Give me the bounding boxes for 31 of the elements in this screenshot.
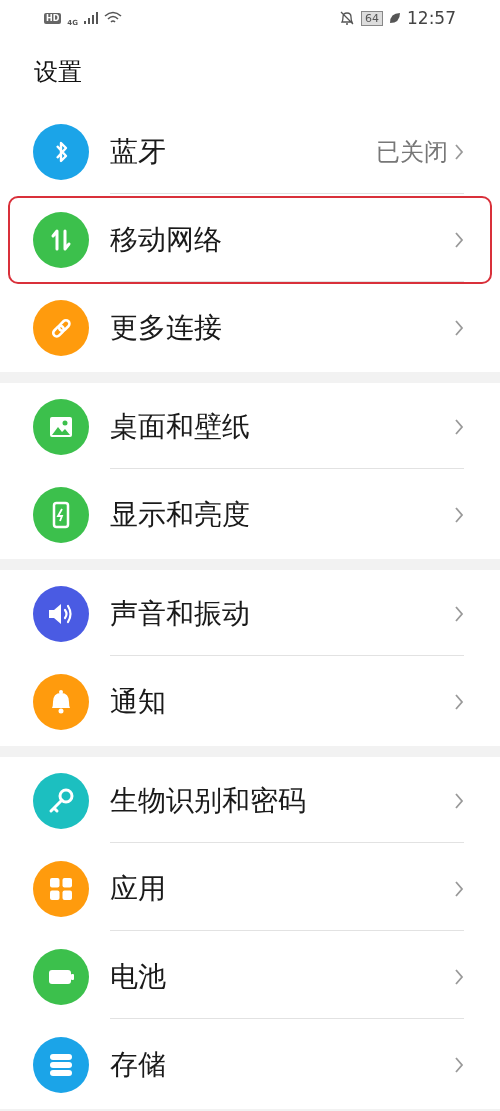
wifi-icon: [103, 11, 122, 25]
chevron-icon[interactable]: [454, 692, 464, 711]
chevron-icon[interactable]: [454, 791, 464, 810]
setting-label[interactable]: 桌面和壁纸: [110, 407, 454, 446]
chevron-icon[interactable]: [454, 318, 464, 337]
setting-label[interactable]: 更多连接: [110, 308, 454, 347]
chevron-icon[interactable]: [454, 505, 464, 524]
muted-bell-icon: [339, 10, 355, 26]
chevron-icon[interactable]: [454, 230, 464, 249]
setting-label[interactable]: 生物识别和密码: [110, 781, 454, 820]
chevron-icon[interactable]: [454, 417, 464, 436]
setting-label[interactable]: 蓝牙: [110, 132, 376, 171]
setting-label[interactable]: 电池: [110, 957, 454, 996]
chevron-icon[interactable]: [454, 142, 464, 161]
chevron-icon[interactable]: [454, 967, 464, 986]
setting-label[interactable]: 显示和亮度: [110, 495, 454, 534]
setting-label[interactable]: 声音和振动: [110, 594, 454, 633]
setting-label[interactable]: 存储: [110, 1045, 454, 1084]
clock: 12:57: [407, 8, 456, 28]
leaf-icon: [389, 12, 401, 24]
chevron-icon[interactable]: [454, 604, 464, 623]
hd-badge: HD: [44, 12, 62, 24]
setting-label[interactable]: 移动网络: [110, 220, 454, 259]
battery-level: 64: [361, 10, 383, 26]
chevron-icon[interactable]: [454, 879, 464, 898]
page-title: 设置: [34, 58, 82, 86]
setting-value: 已关闭: [376, 136, 448, 168]
chevron-icon[interactable]: [454, 1055, 464, 1074]
setting-label[interactable]: 应用: [110, 869, 454, 908]
signal-icon: [83, 12, 98, 24]
setting-label[interactable]: 通知: [110, 682, 454, 721]
